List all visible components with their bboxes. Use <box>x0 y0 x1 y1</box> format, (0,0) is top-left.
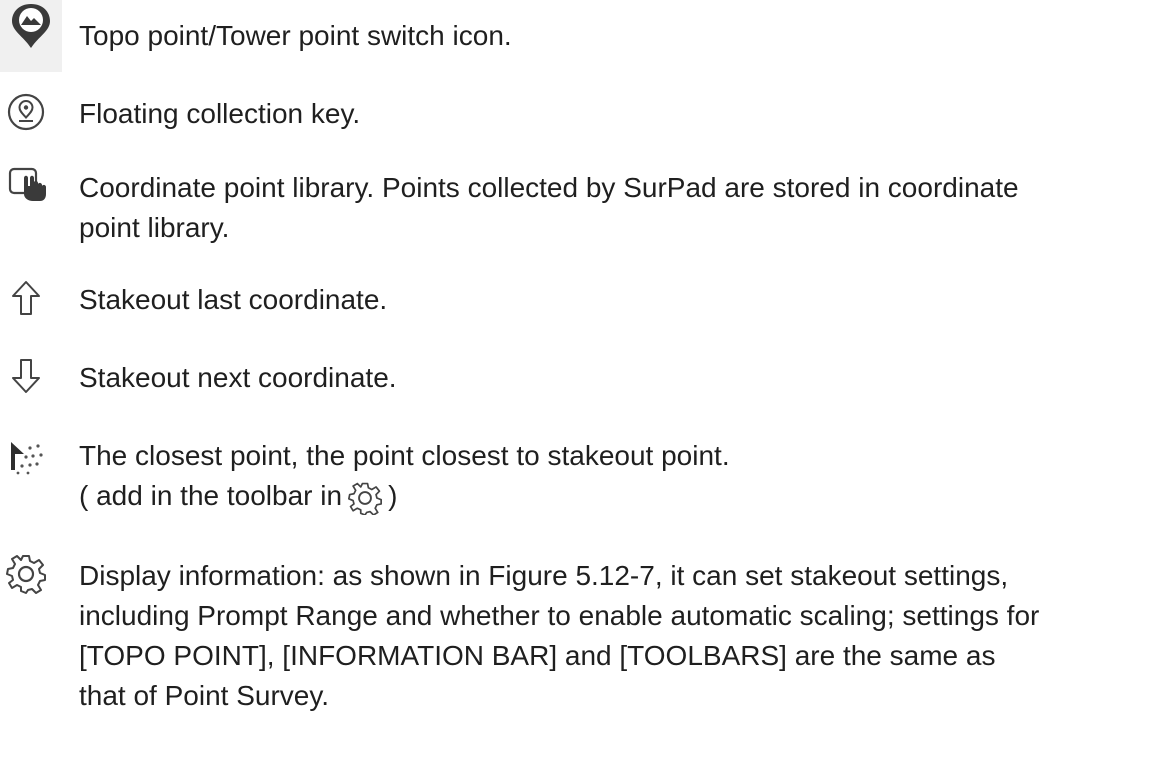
item-text: Topo point/Tower point switch icon. <box>79 20 512 51</box>
item-text: Coordinate point library. Points collect… <box>79 172 1019 203</box>
location-pin-icon <box>6 92 46 132</box>
item-note-suffix: ) <box>388 480 398 511</box>
item-note-prefix: ( add in the toolbar in <box>79 480 343 511</box>
item-note: ( add in the toolbar in ) <box>79 476 1157 516</box>
closest-point-icon <box>6 436 46 476</box>
item-text: including Prompt Range and whether to en… <box>79 600 1040 631</box>
item-text: Floating collection key. <box>79 98 361 129</box>
map-marker-mountain-icon <box>0 0 62 72</box>
item-text: Display information: as shown in Figure … <box>79 560 1009 591</box>
arrow-down-outline-icon <box>6 356 46 396</box>
gear-icon <box>348 481 383 516</box>
item-text: [TOPO POINT], [INFORMATION BAR] and [TOO… <box>79 640 996 671</box>
gear-icon <box>6 554 46 594</box>
item-text: that of Point Survey. <box>79 680 330 711</box>
item-text: Stakeout next coordinate. <box>79 362 397 393</box>
arrow-up-outline-icon <box>6 278 46 318</box>
item-text: Stakeout last coordinate. <box>79 284 388 315</box>
item-text: point library. <box>79 212 230 243</box>
item-text: The closest point, the point closest to … <box>79 440 730 471</box>
hand-pointer-tablet-icon <box>6 164 46 204</box>
